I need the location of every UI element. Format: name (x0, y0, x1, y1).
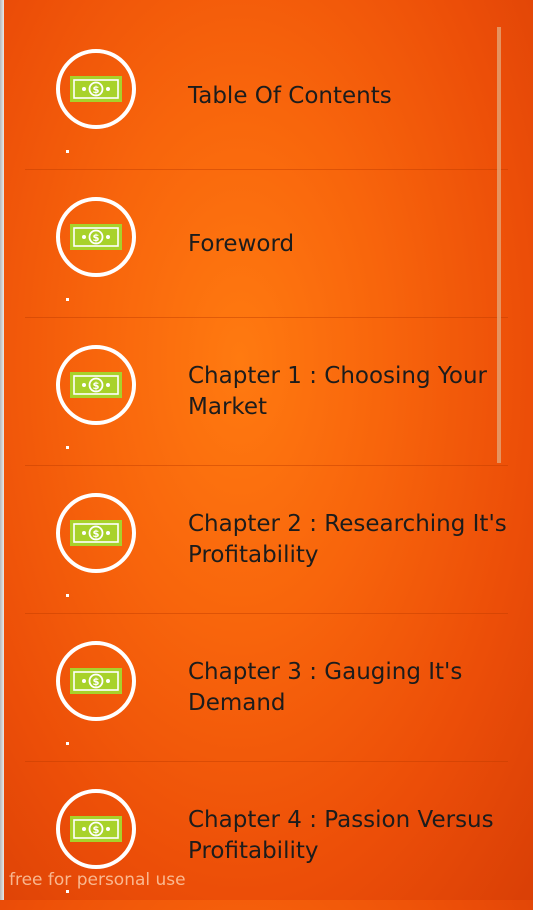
scrollbar[interactable] (497, 27, 501, 463)
money-bill-icon: $ (56, 197, 136, 277)
svg-text:$: $ (93, 677, 100, 688)
svg-text:$: $ (93, 825, 100, 836)
money-bill-icon: $ (56, 345, 136, 425)
item-title: Chapter 4 : Passion Versus Profitability (188, 807, 494, 864)
item-title: Chapter 3 : Gauging It's Demand (188, 659, 463, 716)
item-title: Chapter 1 : Choosing Your Market (188, 363, 488, 420)
dot-marker (66, 594, 69, 597)
item-title: Table Of Contents (188, 82, 392, 109)
money-bill-icon: $ (56, 641, 136, 721)
watermark-text: free for personal use (9, 870, 186, 890)
chapter-list: $ Table Of Contents $ Foreword $ Chapter… (0, 22, 533, 910)
item-title: Foreword (188, 230, 295, 257)
dot-marker (66, 150, 69, 153)
dot-marker (66, 742, 69, 745)
svg-text:$: $ (93, 233, 100, 244)
list-item-foreword[interactable]: $ Foreword (25, 170, 508, 318)
dot-marker (66, 446, 69, 449)
list-item-chapter-1[interactable]: $ Chapter 1 : Choosing Your Market (25, 318, 508, 466)
svg-text:$: $ (93, 85, 100, 96)
list-item-chapter-3[interactable]: $ Chapter 3 : Gauging It's Demand (25, 614, 508, 762)
dot-marker (66, 298, 69, 301)
money-bill-icon: $ (56, 789, 136, 869)
money-bill-icon: $ (56, 49, 136, 129)
money-bill-icon: $ (56, 493, 136, 573)
list-item-table-of-contents[interactable]: $ Table Of Contents (25, 22, 508, 170)
svg-text:$: $ (93, 529, 100, 540)
dot-marker (66, 890, 69, 893)
list-item-chapter-2[interactable]: $ Chapter 2 : Researching It's Profitabi… (25, 466, 508, 614)
svg-text:$: $ (93, 381, 100, 392)
item-title: Chapter 2 : Researching It's Profitabili… (188, 511, 507, 568)
